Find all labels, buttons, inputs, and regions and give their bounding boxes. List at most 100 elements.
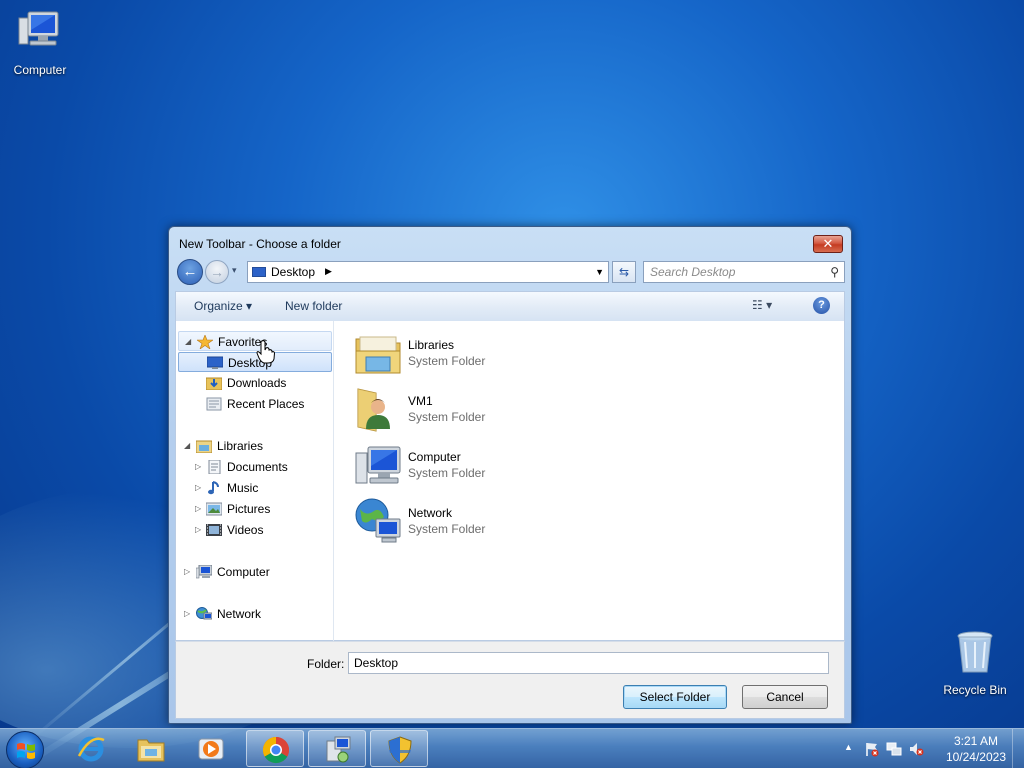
nav-item-label: Recent Places: [227, 397, 305, 411]
nav-item-recent-places[interactable]: Recent Places: [178, 394, 332, 414]
expand-arrow-icon[interactable]: ▷: [195, 457, 201, 477]
address-bar[interactable]: Desktop ▶ ▼: [247, 261, 609, 283]
taskbar-app-internet-explorer[interactable]: [62, 730, 120, 767]
libraries-icon: [196, 440, 212, 453]
nav-item-documents[interactable]: ▷ Documents: [178, 457, 332, 477]
nav-item-label: Libraries: [217, 439, 264, 453]
item-type: System Folder: [408, 522, 486, 536]
installer-icon: [326, 736, 351, 763]
close-button[interactable]: ✕: [813, 235, 843, 253]
recent-places-icon: [206, 397, 222, 411]
clock-time: 3:21 AM: [953, 734, 998, 748]
network-status-icon[interactable]: [886, 741, 902, 757]
item-name: Libraries: [408, 338, 455, 352]
taskbar-app-installer[interactable]: [308, 730, 366, 767]
nav-item-pictures[interactable]: ▷ Pictures: [178, 499, 332, 519]
cancel-button[interactable]: Cancel: [742, 685, 828, 709]
chrome-icon: [262, 736, 290, 764]
collapse-arrow-icon[interactable]: ◢: [185, 332, 191, 352]
desktop-icon-recycle-bin[interactable]: Recycle Bin: [937, 628, 1013, 697]
list-item[interactable]: Computer System Folder: [346, 439, 646, 491]
recent-locations-button[interactable]: ▾: [232, 265, 237, 276]
security-shield-icon: [388, 736, 412, 764]
nav-item-network[interactable]: ▷ Network: [178, 604, 332, 624]
command-bar: Organize ▾ New folder ☷ ▾ ?: [175, 291, 845, 321]
taskbar-app-media-player[interactable]: [182, 730, 240, 767]
navigation-pane: ◢ Favorites Desktop Downloads Recent Pla…: [176, 321, 334, 641]
expand-arrow-icon[interactable]: ▷: [195, 478, 201, 498]
network-icon: [196, 607, 212, 620]
view-options-button[interactable]: ☷ ▾: [752, 298, 772, 312]
expand-arrow-icon[interactable]: ▷: [195, 520, 201, 540]
desktop-icon-label: Computer: [13, 63, 67, 77]
chevron-down-icon[interactable]: ▼: [595, 267, 604, 277]
show-hidden-icons-button[interactable]: ▲: [844, 742, 853, 752]
item-type: System Folder: [408, 354, 486, 368]
computer-icon: [18, 11, 59, 46]
libraries-icon: [355, 336, 401, 374]
volume-muted-icon[interactable]: [908, 741, 924, 757]
new-folder-button[interactable]: New folder: [285, 299, 342, 313]
list-item[interactable]: Network System Folder: [346, 495, 646, 547]
nav-item-label: Music: [227, 481, 259, 495]
clock[interactable]: 3:21 AM 10/24/2023: [946, 733, 1006, 765]
nav-item-favorites[interactable]: ◢ Favorites: [178, 331, 332, 351]
nav-item-libraries[interactable]: ◢ Libraries: [178, 436, 332, 456]
nav-item-computer[interactable]: ▷ Computer: [178, 562, 332, 582]
nav-item-label: Network: [217, 607, 262, 621]
list-item[interactable]: Libraries System Folder: [346, 327, 646, 379]
desktop-icon-label: Recycle Bin: [943, 683, 1007, 697]
item-type: System Folder: [408, 410, 486, 424]
dialog-title: New Toolbar - Choose a folder: [179, 237, 341, 251]
taskbar-app-explorer[interactable]: [122, 730, 180, 767]
folder-field[interactable]: [348, 652, 829, 674]
chevron-right-icon[interactable]: ▶: [325, 266, 332, 277]
dialog-footer: Folder: Select Folder Cancel: [175, 641, 845, 719]
forward-button[interactable]: →: [205, 260, 229, 284]
star-icon: [197, 335, 213, 349]
media-player-icon: [198, 738, 224, 760]
item-type: System Folder: [408, 466, 486, 480]
videos-film-icon: [206, 524, 222, 536]
expand-arrow-icon[interactable]: ▷: [184, 604, 190, 624]
list-item[interactable]: VM1 System Folder: [346, 383, 646, 435]
choose-folder-dialog: New Toolbar - Choose a folder ✕ ← → ▾ De…: [168, 226, 852, 724]
taskbar-app-security[interactable]: [370, 730, 428, 767]
music-note-icon: [208, 481, 219, 495]
help-button[interactable]: ?: [813, 297, 830, 314]
nav-item-downloads[interactable]: Downloads: [178, 373, 332, 393]
select-folder-button[interactable]: Select Folder: [623, 685, 727, 709]
explorer-folder-icon: [137, 739, 165, 762]
search-box[interactable]: ⚲: [643, 261, 845, 283]
taskbar-app-chrome[interactable]: [246, 730, 304, 767]
hand-cursor-icon: [256, 340, 276, 364]
action-center-flag-icon[interactable]: [864, 741, 880, 757]
clock-date: 10/24/2023: [945, 750, 1006, 764]
expand-arrow-icon[interactable]: ▷: [195, 499, 201, 519]
documents-icon: [208, 460, 221, 474]
network-icon: [355, 498, 401, 543]
nav-item-label: Pictures: [227, 502, 271, 516]
nav-item-videos[interactable]: ▷ Videos: [178, 520, 332, 540]
taskbar: ▲ 3:21 AM 10/24/2023: [0, 728, 1024, 768]
navigation-bar: ← → ▾ Desktop ▶ ▼ ⇆ ⚲: [177, 259, 845, 285]
start-button[interactable]: [6, 731, 44, 768]
nav-item-desktop[interactable]: Desktop: [178, 352, 332, 372]
downloads-folder-icon: [206, 377, 222, 390]
back-button[interactable]: ←: [177, 259, 203, 285]
address-text[interactable]: Desktop: [271, 265, 315, 279]
nav-item-music[interactable]: ▷ Music: [178, 478, 332, 498]
pictures-icon: [206, 502, 222, 516]
browser-area: ◢ Favorites Desktop Downloads Recent Pla…: [175, 321, 845, 641]
refresh-button[interactable]: ⇆: [612, 261, 636, 283]
computer-icon: [355, 446, 401, 484]
user-folder-icon: [357, 388, 390, 432]
show-desktop-button[interactable]: [1012, 729, 1024, 768]
system-tray: ▲ 3:21 AM 10/24/2023: [834, 729, 1024, 768]
search-input[interactable]: [650, 264, 820, 280]
desktop-icon-computer[interactable]: Computer: [2, 8, 78, 77]
organize-button[interactable]: Organize ▾: [194, 299, 252, 313]
search-icon[interactable]: ⚲: [830, 265, 839, 279]
expand-arrow-icon[interactable]: ▷: [184, 562, 190, 582]
collapse-arrow-icon[interactable]: ◢: [184, 436, 190, 456]
